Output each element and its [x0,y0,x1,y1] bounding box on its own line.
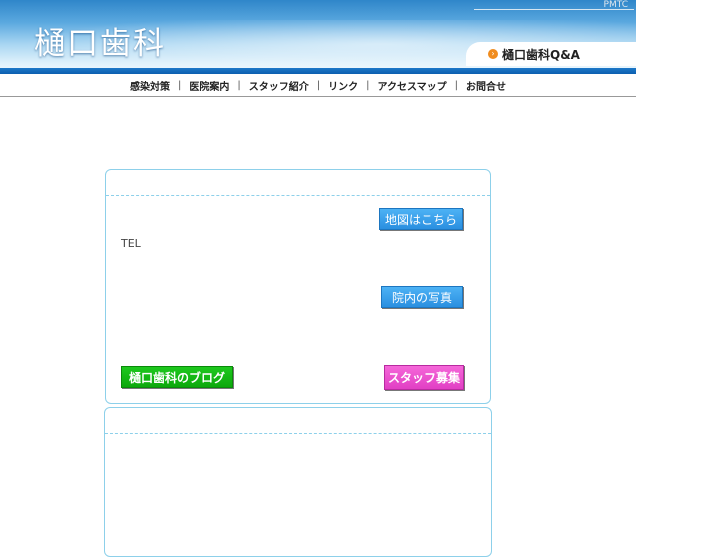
content-box [104,407,492,557]
tel-label: TEL [121,237,141,250]
nav-item-access-map[interactable]: アクセスマップ [377,78,446,93]
map-button[interactable]: 地図はこちら [379,208,463,230]
blog-button[interactable]: 樋口歯科のブログ [121,366,233,388]
nav-separator: | [366,79,370,91]
nav-item-links[interactable]: リンク [328,78,358,93]
qa-link[interactable]: › 樋口歯科Q&A [466,42,636,66]
pmtc-label: PMTC [474,0,634,10]
site-header: 樋口歯科 PMTC › 樋口歯科Q&A [0,0,636,74]
nav-item-contact[interactable]: お問合せ [466,78,506,93]
nav-separator: | [316,79,321,91]
nav-separator: | [177,79,182,91]
dashed-divider [105,433,491,434]
arrow-circle-icon: › [488,49,498,59]
staff-recruit-button[interactable]: スタッフ募集 [384,365,464,390]
nav-item-staff[interactable]: スタッフ紹介 [249,78,309,93]
clinic-photo-button[interactable]: 院内の写真 [381,286,463,308]
main-nav: 感染対策 | 医院案内 | スタッフ紹介 | リンク | アクセスマップ | お… [0,74,636,97]
nav-item-infection-control[interactable]: 感染対策 [130,78,170,93]
clinic-info-box: 地図はこちら TEL 院内の写真 樋口歯科のブログ スタッフ募集 [105,169,491,404]
site-logo[interactable]: 樋口歯科 [34,18,166,63]
qa-link-label: 樋口歯科Q&A [502,47,580,62]
nav-separator: | [237,79,241,91]
nav-separator: | [454,79,459,91]
nav-item-clinic-info[interactable]: 医院案内 [189,78,229,93]
dashed-divider [106,195,490,196]
